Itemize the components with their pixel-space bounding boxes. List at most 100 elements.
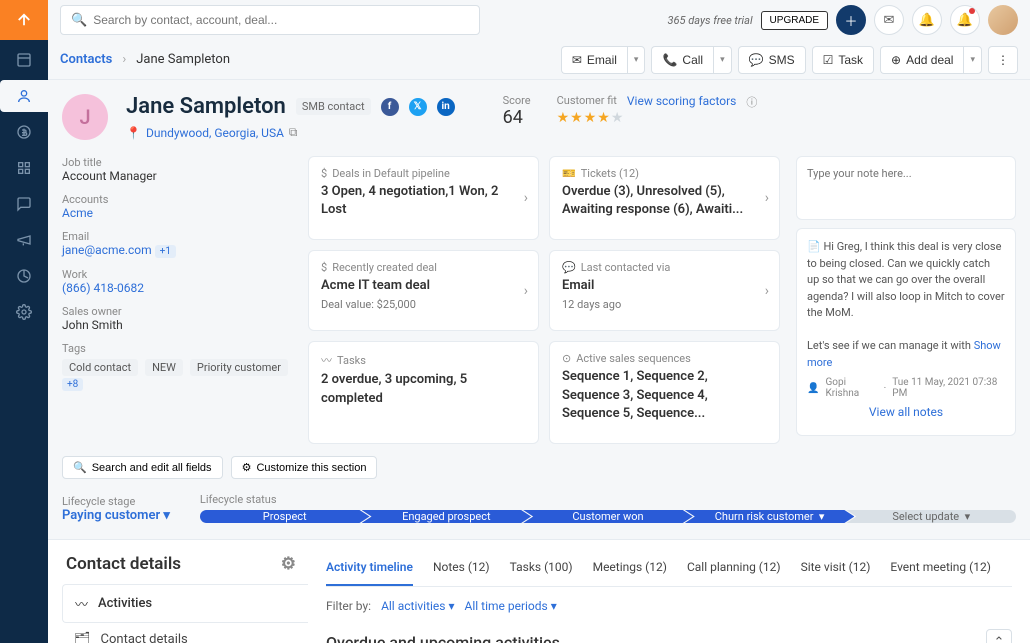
score-label: Score — [503, 94, 531, 107]
mail-icon[interactable]: ✉ — [874, 5, 904, 35]
left-sidebar — [0, 0, 48, 643]
view-factors-link[interactable]: View scoring factors — [627, 94, 736, 110]
note-input-box[interactable] — [796, 156, 1016, 220]
stage-churn[interactable]: Churn risk customer ▾ — [685, 510, 855, 523]
stage-prospect[interactable]: Prospect — [200, 510, 370, 523]
collapse-icon[interactable]: ⌃ — [986, 629, 1012, 643]
linkedin-icon[interactable]: in — [437, 98, 455, 116]
search-input[interactable] — [93, 13, 469, 27]
nav-settings-icon[interactable] — [0, 296, 48, 328]
deals-card[interactable]: $Deals in Default pipeline3 Open, 4 nego… — [308, 156, 539, 240]
sms-action[interactable]: 💬SMS — [738, 46, 806, 74]
filter-periods[interactable]: All time periods ▾ — [465, 599, 557, 613]
search-edit-fields[interactable]: 🔍Search and edit all fields — [62, 456, 223, 479]
tab-call-planning[interactable]: Call planning (12) — [687, 554, 781, 586]
contacted-card[interactable]: 💬Last contacted viaEmail12 days ago› — [549, 250, 780, 331]
bell-icon[interactable]: 🔔 — [912, 5, 942, 35]
sequences-card[interactable]: ⊙Active sales sequencesSequence 1, Seque… — [549, 341, 780, 444]
note-author: Gopi Krishna — [825, 377, 877, 399]
dollar-icon: $ — [321, 261, 327, 274]
call-action[interactable]: 📞Call▾ — [651, 46, 731, 74]
email-action[interactable]: ✉Email▾ — [561, 46, 646, 74]
task-action[interactable]: ☑Task — [812, 46, 874, 74]
nav-dashboard-icon[interactable] — [0, 44, 48, 76]
lifecycle-stage-dropdown[interactable]: Paying customer ▾ — [62, 508, 170, 523]
card-icon: 🗂 — [74, 632, 91, 643]
sms-icon: 💬 — [749, 53, 764, 67]
tag[interactable]: Priority customer — [190, 359, 288, 376]
twitter-icon[interactable]: 𝕏 — [409, 98, 427, 116]
stage-won[interactable]: Customer won — [523, 510, 693, 523]
email-more-badge[interactable]: +1 — [155, 245, 176, 258]
tab-notes[interactable]: Notes (12) — [433, 554, 490, 586]
facebook-icon[interactable]: f — [381, 98, 399, 116]
tab-site-visit[interactable]: Site visit (12) — [801, 554, 871, 586]
recent-deal-card[interactable]: $Recently created dealAcme IT team dealD… — [308, 250, 539, 331]
tickets-card[interactable]: 🎫Tickets (12)Overdue (3), Unresolved (5)… — [549, 156, 780, 240]
breadcrumb-bar: Contacts › Jane Sampleton ✉Email▾ 📞Call▾… — [48, 40, 1030, 80]
tag[interactable]: Cold contact — [62, 359, 138, 376]
breadcrumb-sep: › — [122, 52, 126, 67]
breadcrumb-current: Jane Sampleton — [136, 52, 230, 67]
add-deal-action[interactable]: ⊕Add deal▾ — [880, 46, 982, 74]
fit-stars: ★★★★★ — [557, 110, 758, 126]
gear-icon: ⚙ — [242, 461, 252, 474]
alert-icon[interactable]: 🔔 — [950, 5, 980, 35]
det-contact-details[interactable]: 🗂Contact details — [62, 623, 308, 643]
pin-icon: 📍 — [126, 126, 141, 140]
more-action[interactable]: ⋮ — [988, 46, 1018, 74]
breadcrumb-root[interactable]: Contacts — [60, 52, 112, 67]
chevron-right-icon[interactable]: › — [524, 190, 528, 206]
customize-section[interactable]: ⚙Customize this section — [231, 456, 378, 479]
email-link[interactable]: jane@acme.com — [62, 243, 152, 257]
phone-link[interactable]: (866) 418-0682 — [62, 281, 292, 295]
global-search[interactable]: 🔍 — [60, 5, 480, 35]
tab-event-meeting[interactable]: Event meeting (12) — [890, 554, 991, 586]
upgrade-button[interactable]: UPGRADE — [761, 11, 828, 30]
location-link[interactable]: Dundywood, Georgia, USA — [146, 126, 284, 140]
deal-icon: ⊕ — [891, 53, 901, 67]
stage-engaged[interactable]: Engaged prospect — [362, 510, 532, 523]
dollar-icon: $ — [321, 167, 327, 180]
chevron-right-icon[interactable]: › — [524, 283, 528, 299]
nav-chat-icon[interactable] — [0, 188, 48, 220]
fit-label: Customer fit — [557, 94, 617, 110]
nav-contacts-icon[interactable] — [0, 80, 48, 112]
details-title: Contact details — [66, 554, 181, 574]
tab-tasks[interactable]: Tasks (100) — [510, 554, 573, 586]
gear-icon[interactable]: ⚙ — [281, 554, 296, 574]
nav-accounts-icon[interactable] — [0, 152, 48, 184]
nav-deals-icon[interactable] — [0, 116, 48, 148]
tag[interactable]: NEW — [145, 359, 183, 376]
ticket-icon: 🎫 — [562, 167, 576, 180]
chevron-right-icon[interactable]: › — [765, 283, 769, 299]
contact-avatar: J — [62, 94, 108, 140]
note-item: 📄 Hi Greg, I think this deal is very clo… — [796, 228, 1016, 436]
add-button[interactable]: ＋ — [836, 5, 866, 35]
note-date: Tue 11 May, 2021 07:38 PM — [892, 377, 1005, 399]
copy-icon[interactable]: ⧉ — [289, 125, 298, 140]
view-all-notes[interactable]: View all notes — [807, 399, 1005, 425]
stage-select[interactable]: Select update ▾ — [846, 510, 1016, 523]
tab-timeline[interactable]: Activity timeline — [326, 554, 413, 586]
pulse-icon: 〰 — [321, 352, 332, 368]
chevron-right-icon[interactable]: › — [765, 190, 769, 206]
filter-activities[interactable]: All activities ▾ — [381, 599, 454, 613]
det-activities[interactable]: 〰Activities — [62, 584, 308, 623]
owner-value: John Smith — [62, 318, 292, 332]
tags-more[interactable]: +8 — [62, 378, 83, 391]
section-title: Overdue and upcoming activities — [326, 633, 560, 643]
phone-icon: 📞 — [662, 53, 677, 67]
account-link[interactable]: Acme — [62, 206, 292, 220]
lifecycle-status-bar: Prospect Engaged prospect Customer won C… — [200, 510, 1016, 523]
info-icon[interactable]: ⓘ — [746, 94, 757, 110]
tasks-card[interactable]: 〰Tasks2 overdue, 3 upcoming, 5 completed — [308, 341, 539, 444]
tab-meetings[interactable]: Meetings (12) — [593, 554, 667, 586]
note-textarea[interactable] — [807, 167, 1005, 205]
nav-announce-icon[interactable] — [0, 224, 48, 256]
trial-text: 365 days free trial — [668, 14, 753, 27]
contact-badge: SMB contact — [296, 98, 371, 115]
app-logo — [0, 0, 48, 40]
user-avatar[interactable] — [988, 5, 1018, 35]
nav-reports-icon[interactable] — [0, 260, 48, 292]
